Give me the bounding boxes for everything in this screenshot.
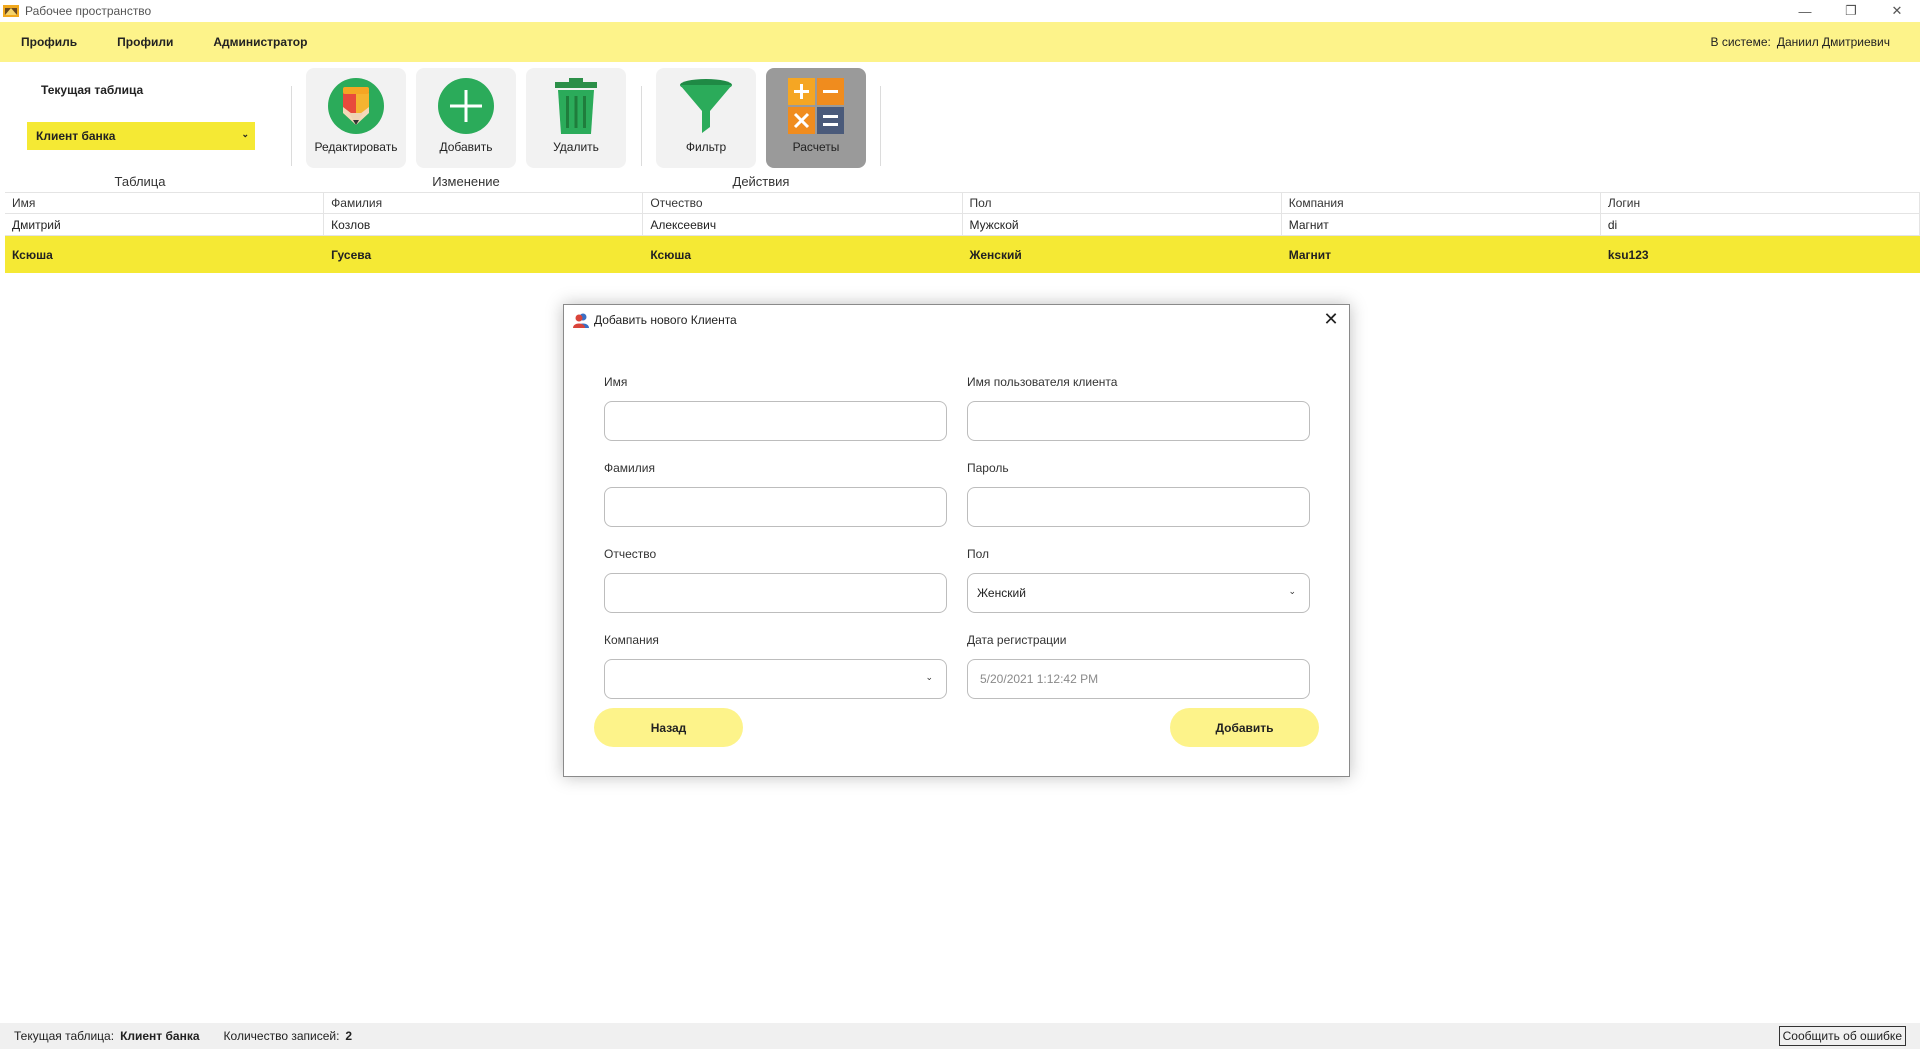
chevron-down-icon: ⌄ [925,672,933,682]
status-count-value: 2 [345,1029,353,1043]
gender-select[interactable]: Женский ⌄ [967,573,1310,613]
first-name-field[interactable] [604,401,947,441]
app-icon [3,3,19,19]
company-label: Компания [604,633,659,647]
back-button[interactable]: Назад [594,708,743,747]
password-label: Пароль [967,461,1009,475]
ribbon-divider [291,86,292,166]
grid-cell[interactable]: Гусева [324,236,644,273]
username-field[interactable] [967,401,1310,441]
add-button[interactable]: Добавить [416,68,516,168]
table-select-value: Клиент банка [36,129,116,143]
edit-button[interactable]: Редактировать [306,68,406,168]
calc-button-label: Расчеты [792,140,840,154]
delete-button[interactable]: Удалить [526,68,626,168]
column-header[interactable]: Логин [1601,193,1920,213]
menu-item-profile[interactable]: Профиль [0,35,97,49]
column-header[interactable]: Пол [963,193,1282,213]
user-name: Даниил Дмитриевич [1776,35,1890,49]
pencil-icon [326,76,386,136]
grid-cell[interactable]: Ксюша [5,236,325,273]
add-client-dialog: Добавить нового Клиента ✕ Имя Фамилия От… [563,304,1350,777]
plus-circle-icon [436,76,496,136]
last-name-label: Фамилия [604,461,655,475]
username-label: Имя пользователя клиента [967,375,1118,389]
chevron-down-icon: ⌄ [1288,586,1296,596]
status-current-table: Текущая таблица: Клиент банка [14,1029,200,1043]
table-row[interactable]: Дмитрий Козлов Алексеевич Мужской Магнит… [5,214,1920,236]
dialog-title: Добавить нового Клиента [594,313,737,327]
grid-cell[interactable]: Женский [963,236,1282,273]
close-window-button[interactable]: ✕ [1874,0,1920,22]
grid-cell[interactable]: Козлов [324,214,644,235]
window-titlebar: Рабочее пространство — ❐ ✕ [0,0,1920,22]
ribbon-divider [880,86,881,166]
grid-cell[interactable]: Магнит [1282,236,1601,273]
delete-button-label: Удалить [553,140,599,154]
menu-bar: Профиль Профили Администратор В системе:… [0,22,1920,62]
group-label-change: Изменение [432,174,500,189]
user-label: В системе: [1710,35,1771,49]
patronymic-field[interactable] [604,573,947,613]
status-bar: Текущая таблица: Клиент банка Количество… [0,1023,1920,1049]
patronymic-label: Отчество [604,547,657,561]
table-row-selected[interactable]: Ксюша Гусева Ксюша Женский Магнит ksu123 [5,236,1920,273]
gender-label: Пол [967,547,990,561]
grid-cell[interactable]: Мужской [963,214,1282,235]
menu-item-profiles[interactable]: Профили [97,35,193,49]
grid-header: Имя Фамилия Отчество Пол Компания Логин [5,192,1920,214]
trash-icon [546,76,606,136]
status-table-value: Клиент банка [120,1029,200,1043]
funnel-icon [676,76,736,136]
ribbon: Текущая таблица Клиент банка ⌄ Таблица Р… [0,62,1920,192]
grid-cell[interactable]: ksu123 [1601,236,1920,273]
filter-button[interactable]: Фильтр [656,68,756,168]
restore-button[interactable]: ❐ [1828,0,1874,22]
first-name-label: Имя [604,375,628,389]
menu-item-admin[interactable]: Администратор [193,35,327,49]
grid-cell[interactable]: Дмитрий [5,214,325,235]
dialog-close-button[interactable]: ✕ [1321,310,1341,330]
reg-date-value: 5/20/2021 1:12:42 PM [980,672,1099,686]
column-header[interactable]: Компания [1282,193,1601,213]
calc-button[interactable]: Расчеты [766,68,866,168]
grid-cell[interactable]: Ксюша [643,236,963,273]
minimize-button[interactable]: — [1782,0,1828,22]
company-select[interactable]: ⌄ [604,659,947,699]
grid-cell[interactable]: Магнит [1282,214,1601,235]
group-label-actions: Действия [732,174,790,189]
reg-date-field[interactable]: 5/20/2021 1:12:42 PM [967,659,1310,699]
grid-cell[interactable]: Алексеевич [643,214,963,235]
current-table-label: Текущая таблица [41,83,144,97]
last-name-field[interactable] [604,487,947,527]
password-field[interactable] [967,487,1310,527]
table-select[interactable]: Клиент банка ⌄ [27,122,255,150]
add-button-label: Добавить [439,140,493,154]
column-header[interactable]: Имя [5,193,325,213]
ribbon-divider [641,86,642,166]
chevron-down-icon: ⌄ [241,129,249,139]
column-header[interactable]: Фамилия [324,193,644,213]
group-label-table: Таблица [114,174,166,189]
report-error-button[interactable]: Сообщить об ошибке [1778,1026,1906,1046]
status-record-count: Количество записей: 2 [224,1029,353,1043]
logged-in-user: В системе: Даниил Дмитриевич [1711,22,1890,62]
dialog-titlebar: Добавить нового Клиента [564,305,1349,335]
edit-button-label: Редактировать [314,140,398,154]
grid-cell[interactable]: di [1601,214,1920,235]
column-header[interactable]: Отчество [643,193,963,213]
submit-add-button[interactable]: Добавить [1170,708,1319,747]
calculator-icon [786,76,846,136]
gender-value: Женский [977,586,1026,600]
window-title: Рабочее пространство [25,4,152,18]
data-grid: Имя Фамилия Отчество Пол Компания Логин … [5,192,1920,273]
status-table-label: Текущая таблица: [14,1029,115,1043]
user-icon [573,312,589,328]
reg-date-label: Дата регистрации [967,633,1067,647]
filter-button-label: Фильтр [685,140,727,154]
status-count-label: Количество записей: [223,1029,340,1043]
